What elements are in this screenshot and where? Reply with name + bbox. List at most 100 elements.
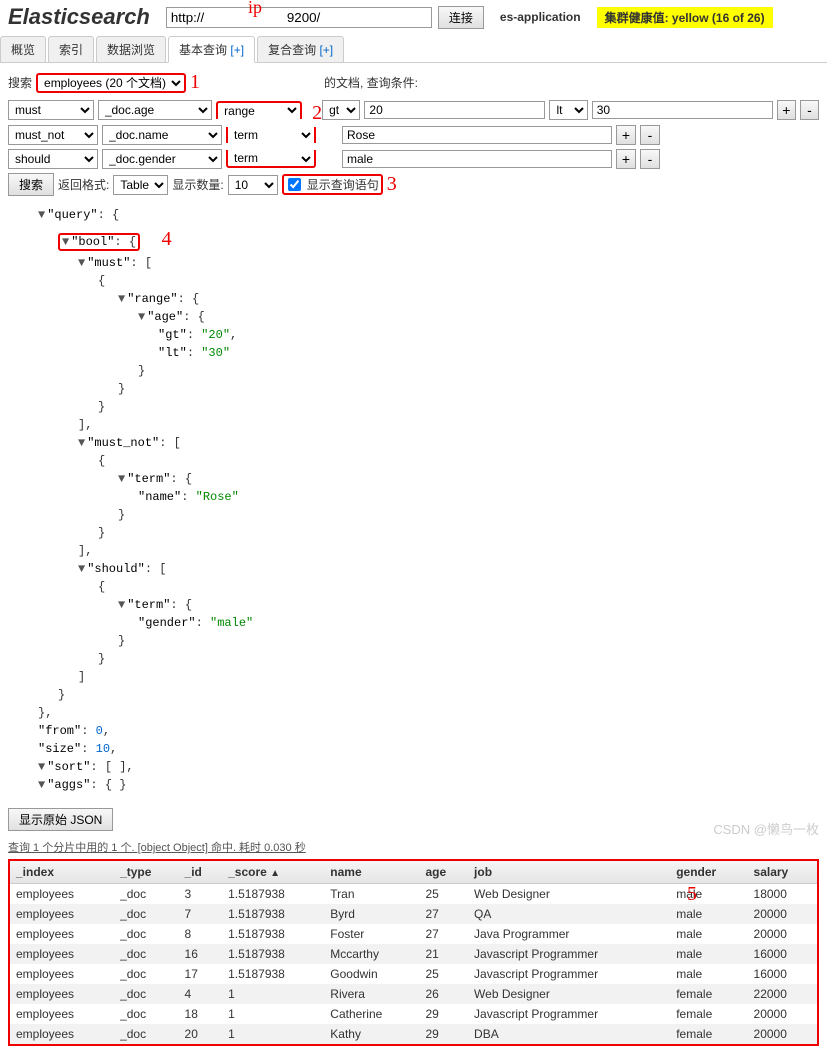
cell-salary: 22000 (748, 984, 817, 1004)
cell-score: 1.5187938 (222, 944, 324, 964)
remove-row-button[interactable]: - (800, 100, 819, 120)
cell-gender: female (670, 1024, 747, 1044)
param-select-0b[interactable]: lt (549, 100, 587, 120)
cell-score: 1.5187938 (222, 904, 324, 924)
op-select-1[interactable]: term (226, 127, 316, 143)
cell-score: 1 (222, 1004, 324, 1024)
remove-row-button[interactable]: - (640, 125, 660, 145)
remove-row-button[interactable]: - (640, 149, 660, 169)
cell-job: DBA (468, 1024, 670, 1044)
cell-gender: male (670, 964, 747, 984)
cell-score: 1.5187938 (222, 924, 324, 944)
col-type[interactable]: _type (114, 861, 178, 884)
table-row[interactable]: employees_doc161.5187938Mccarthy21Javasc… (10, 944, 817, 964)
cell-id: 4 (179, 984, 223, 1004)
cell-id: 7 (179, 904, 223, 924)
cell-index: employees (10, 1004, 114, 1024)
annotation-5: 5 (687, 883, 697, 906)
value-input-0a[interactable] (364, 101, 545, 119)
value-input-1[interactable] (342, 126, 612, 144)
tab-plus-icon[interactable]: [+] (319, 43, 333, 57)
toggle-icon[interactable]: ▼ (118, 598, 125, 612)
col-name[interactable]: name (324, 861, 419, 884)
cell-index: employees (10, 1024, 114, 1044)
format-label: 返回格式: (58, 176, 109, 193)
cell-gender: female (670, 984, 747, 1004)
add-row-button[interactable]: + (777, 100, 796, 120)
tab-overview[interactable]: 概览 (0, 36, 46, 62)
bool-select-2[interactable]: should (8, 149, 98, 169)
col-job[interactable]: job (468, 861, 670, 884)
show-query-checkbox[interactable] (288, 178, 301, 191)
col-age[interactable]: age (419, 861, 468, 884)
col-id[interactable]: _id (179, 861, 223, 884)
cell-salary: 20000 (748, 924, 817, 944)
cell-age: 21 (419, 944, 468, 964)
query-stats: 查询 1 个分片中用的 1 个. [object Object] 命中. 耗时 … (8, 839, 819, 855)
op-select-2[interactable]: term (226, 150, 316, 168)
index-select[interactable]: employees (20 个文档) (36, 73, 186, 93)
param-select-0a[interactable]: gt (322, 100, 360, 120)
connect-button[interactable]: 连接 (438, 6, 484, 29)
format-select[interactable]: Table (113, 175, 168, 195)
url-prefix-input[interactable] (166, 7, 215, 28)
field-select-0[interactable]: _doc.age (98, 100, 212, 120)
table-row[interactable]: employees_doc81.5187938Foster27Java Prog… (10, 924, 817, 944)
col-salary[interactable]: salary (748, 861, 817, 884)
count-select[interactable]: 10 (228, 175, 278, 195)
col-index[interactable]: _index (10, 861, 114, 884)
show-query-label: 显示查询语句 (307, 176, 379, 193)
field-select-2[interactable]: _doc.gender (102, 149, 222, 169)
op-select-0[interactable]: range (216, 101, 302, 119)
cell-name: Kathy (324, 1024, 419, 1044)
table-row[interactable]: employees_doc171.5187938Goodwin25Javascr… (10, 964, 817, 984)
value-input-0b[interactable] (592, 101, 773, 119)
cell-id: 16 (179, 944, 223, 964)
table-row[interactable]: employees_doc71.5187938Byrd27QAmale20000 (10, 904, 817, 924)
toggle-icon[interactable]: ▼ (118, 472, 125, 486)
cell-job: Web Designer (468, 984, 670, 1004)
tab-browse[interactable]: 数据浏览 (96, 36, 166, 62)
tab-indices[interactable]: 索引 (48, 36, 94, 62)
raw-json-button[interactable]: 显示原始 JSON (8, 808, 113, 831)
cell-salary: 16000 (748, 964, 817, 984)
cell-score: 1.5187938 (222, 884, 324, 905)
cell-gender: male (670, 904, 747, 924)
toggle-icon[interactable]: ▼ (78, 256, 85, 270)
cell-salary: 18000 (748, 884, 817, 905)
toggle-icon[interactable]: ▼ (78, 436, 85, 450)
cell-salary: 16000 (748, 944, 817, 964)
toggle-icon[interactable]: ▼ (78, 562, 85, 576)
cell-type: _doc (114, 1004, 178, 1024)
cell-id: 18 (179, 1004, 223, 1024)
tab-basic-query[interactable]: 基本查询 [+] (168, 36, 255, 63)
toggle-icon[interactable]: ▼ (38, 760, 45, 774)
add-row-button[interactable]: + (616, 125, 636, 145)
field-select-1[interactable]: _doc.name (102, 125, 222, 145)
cell-job: QA (468, 904, 670, 924)
value-input-2[interactable] (342, 150, 612, 168)
tab-compound-query[interactable]: 复合查询 [+] (257, 36, 344, 62)
toggle-icon[interactable]: ▼ (118, 292, 125, 306)
toggle-icon[interactable]: ▼ (38, 778, 45, 792)
search-button[interactable]: 搜索 (8, 173, 54, 196)
cell-job: Javascript Programmer (468, 964, 670, 984)
cell-salary: 20000 (748, 904, 817, 924)
cell-score: 1.5187938 (222, 964, 324, 984)
toggle-icon[interactable]: ▼ (38, 208, 45, 222)
tab-plus-icon[interactable]: [+] (230, 43, 244, 57)
results-panel: 5 _index _type _id _score ▲ name age job… (8, 859, 819, 1046)
bool-select-0[interactable]: must (8, 100, 94, 120)
url-port-input[interactable] (283, 7, 432, 28)
toggle-icon[interactable]: ▼ (138, 310, 145, 324)
col-score[interactable]: _score ▲ (222, 861, 324, 884)
cell-age: 29 (419, 1024, 468, 1044)
table-row[interactable]: employees_doc181Catherine29Javascript Pr… (10, 1004, 817, 1024)
table-row[interactable]: employees_doc201Kathy29DBAfemale20000 (10, 1024, 817, 1044)
add-row-button[interactable]: + (616, 149, 636, 169)
col-gender[interactable]: gender (670, 861, 747, 884)
toggle-icon[interactable]: ▼ (62, 235, 69, 249)
bool-select-1[interactable]: must_not (8, 125, 98, 145)
cell-type: _doc (114, 944, 178, 964)
table-row[interactable]: employees_doc41Rivera26Web Designerfemal… (10, 984, 817, 1004)
